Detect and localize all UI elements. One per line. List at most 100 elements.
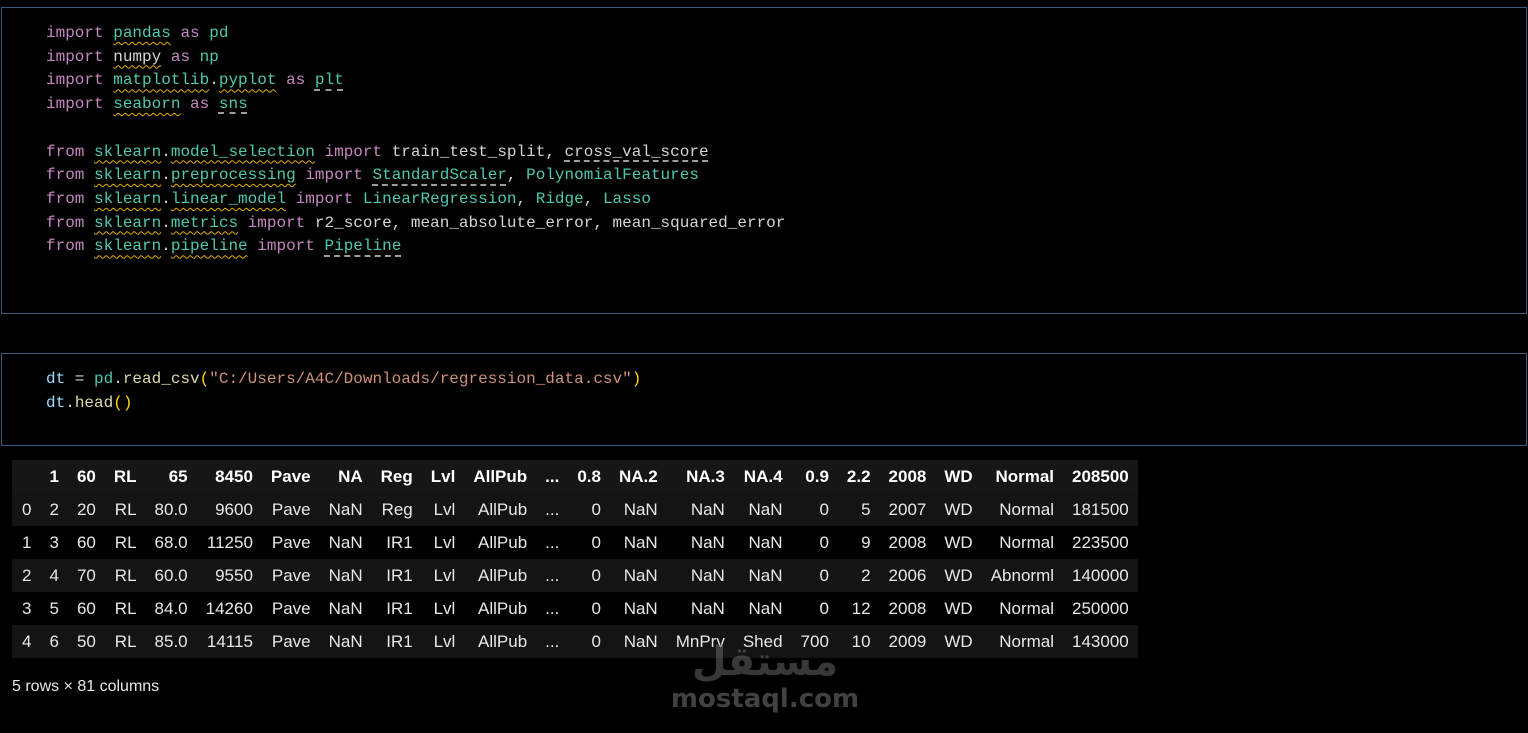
row-index: 3 (22, 598, 32, 618)
table-cell: NaN (623, 598, 658, 618)
table-cell: NaN (328, 565, 363, 585)
code-token: pyplot (218, 71, 277, 90)
code-token: as (190, 95, 210, 114)
table-cell: ... (545, 631, 560, 651)
code-token: dt (46, 370, 66, 388)
code-token: r2_score, mean_absolute_error, mean_squa… (314, 213, 786, 232)
table-cell: 14115 (206, 631, 253, 651)
code-token: . (161, 237, 171, 256)
table-cell: 0 (819, 499, 829, 519)
code-token: sklearn (94, 237, 162, 256)
table-cell: NaN (690, 598, 725, 618)
table-cell: 250000 (1072, 598, 1129, 618)
index-header (12, 460, 41, 493)
table-cell: 2009 (888, 631, 927, 651)
code-token: np (199, 47, 219, 66)
code-token: . (161, 142, 171, 161)
table-cell: ... (545, 565, 560, 585)
code-cell-imports[interactable]: import pandas as pd import numpy as np i… (1, 7, 1527, 314)
code-editor[interactable]: dt = pd.read_csv("C:/Users/A4C/Downloads… (46, 368, 641, 415)
table-cell: Pave (271, 532, 311, 552)
code-token: cross_val_score (564, 142, 709, 161)
code-line: from sklearn.model_selection import trai… (46, 143, 709, 161)
column-header: 208500 (1063, 460, 1138, 493)
code-token: matplotlib (113, 71, 210, 90)
table-cell: 2 (861, 565, 871, 585)
code-token: from (46, 142, 85, 161)
dataframe-output-table: 1 60 RL 65 8450 Pave NA Reg Lvl AllPub... 0.8 NA.2 N… (12, 460, 1138, 658)
table-cell: 2008 (888, 532, 927, 552)
code-token: StandardScaler (372, 166, 507, 185)
table-cell: 85.0 (154, 631, 188, 651)
table-cell: Normal (999, 532, 1055, 552)
table-cell: Shed (742, 631, 783, 651)
code-token: PolynomialFeatures (526, 166, 699, 185)
code-token: import (305, 166, 363, 185)
column-header: 0.8 (568, 460, 610, 493)
table-cell: RL (114, 631, 137, 651)
code-token: linear_model (170, 189, 287, 208)
table-cell: WD (944, 631, 973, 651)
table-row: 3 5 60 RL 84.0 14260 Pave NaN IR1 Lvl AllPub... 0 Na… (12, 592, 1138, 625)
code-token: import (247, 213, 306, 232)
column-header: 65 (145, 460, 197, 493)
table-cell: WD (944, 598, 973, 618)
table-cell: NaN (690, 499, 725, 519)
code-token: . (161, 189, 171, 208)
column-header: Reg (371, 460, 422, 493)
table-cell: NaN (328, 631, 363, 651)
table-cell: 0 (591, 598, 601, 618)
code-token: , (516, 189, 536, 208)
table-cell: AllPub (478, 499, 528, 519)
column-header: 2008 (879, 460, 936, 493)
code-token: () (113, 393, 133, 412)
table-cell: NaN (690, 532, 725, 552)
code-token: sklearn (94, 189, 162, 208)
table-cell: Abnorml (990, 565, 1055, 585)
table-row: 4 6 50 RL 85.0 14115 Pave NaN IR1 Lvl AllPub... 0 Na… (12, 625, 1138, 658)
code-token: as (170, 47, 191, 66)
table-cell: 11250 (206, 532, 253, 552)
table-cell: NaN (748, 565, 783, 585)
table-cell: RL (114, 499, 137, 519)
code-editor[interactable]: import pandas as pd import numpy as np i… (46, 22, 785, 259)
code-token: import (295, 189, 354, 208)
table-cell: IR1 (386, 532, 413, 552)
table-cell: 2008 (888, 598, 927, 618)
table-cell: 143000 (1072, 631, 1129, 651)
code-token: , (583, 189, 603, 208)
table-cell: Normal (999, 631, 1055, 651)
code-line: import seaborn as sns (46, 95, 248, 113)
code-token: pd (209, 24, 229, 42)
table-cell: ... (545, 598, 560, 618)
column-header: NA.4 (733, 460, 792, 493)
table-cell: 80.0 (154, 499, 188, 519)
table-cell: Lvl (433, 532, 456, 552)
code-token: = (65, 370, 95, 388)
table-cell: NaN (328, 598, 363, 618)
code-token: ) (631, 370, 642, 388)
table-cell: 9600 (215, 499, 253, 519)
column-header: NA.2 (609, 460, 667, 493)
code-token: pandas (113, 24, 171, 42)
code-line: dt = pd.read_csv("C:/Users/A4C/Downloads… (46, 370, 641, 388)
code-token: . (65, 393, 75, 412)
column-header: Normal (981, 460, 1064, 493)
table-cell: 4 (49, 565, 59, 585)
code-cell-read-csv[interactable]: dt = pd.read_csv("C:/Users/A4C/Downloads… (1, 353, 1527, 446)
table-cell: 0 (591, 565, 601, 585)
code-token: import (324, 142, 383, 161)
column-header: WD (935, 460, 982, 493)
table-cell: NaN (748, 532, 783, 552)
